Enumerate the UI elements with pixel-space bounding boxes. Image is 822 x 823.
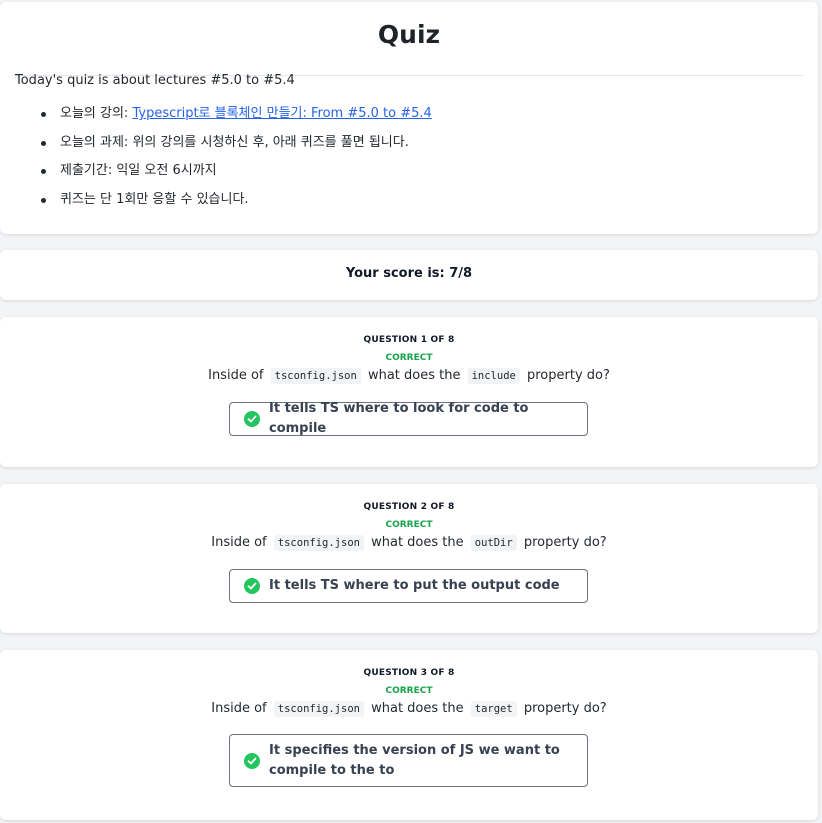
code-snippet: include bbox=[467, 368, 520, 384]
answer-option[interactable]: It tells TS where to look for code to co… bbox=[229, 401, 588, 436]
question-prompt: Inside of tsconfig.json what does the in… bbox=[0, 368, 818, 384]
code-snippet: target bbox=[470, 701, 517, 717]
answer-text: It tells TS where to put the output code bbox=[269, 578, 560, 593]
lecture-link[interactable]: Typescript로 블록체인 만들기: From #5.0 to #5.4 bbox=[132, 106, 431, 121]
prompt-text: what does the bbox=[363, 368, 465, 383]
answer-text: It tells TS where to look for code to co… bbox=[269, 401, 529, 436]
answer-text: It specifies the version of JS we want t… bbox=[269, 742, 560, 778]
lecture-label: 오늘의 강의: bbox=[60, 106, 133, 121]
status-badge: CORRECT bbox=[385, 520, 433, 530]
prompt-text: property do? bbox=[519, 535, 607, 550]
score-card: Your score is: 7/8 bbox=[0, 250, 818, 300]
code-snippet: tsconfig.json bbox=[270, 368, 361, 384]
list-item: 퀴즈는 단 1회만 응할 수 있습니다. bbox=[38, 191, 432, 220]
code-snippet: outDir bbox=[470, 535, 517, 551]
question-number: QUESTION 2 OF 8 bbox=[363, 502, 455, 512]
prompt-text: Inside of bbox=[211, 701, 271, 716]
list-item: 오늘의 강의: Typescript로 블록체인 만들기: From #5.0 … bbox=[38, 105, 432, 134]
prompt-text: Inside of bbox=[211, 535, 271, 550]
score-text: Your score is: 7/8 bbox=[345, 266, 473, 281]
prompt-text: Inside of bbox=[208, 368, 268, 383]
question-prompt: Inside of tsconfig.json what does the ou… bbox=[0, 535, 818, 551]
status-badge: CORRECT bbox=[385, 686, 433, 696]
question-number: QUESTION 1 OF 8 bbox=[363, 335, 455, 345]
prompt-text: property do? bbox=[519, 701, 607, 716]
question-number: QUESTION 3 OF 8 bbox=[363, 668, 455, 678]
status-badge: CORRECT bbox=[385, 353, 433, 363]
quiz-description: Today's quiz is about lectures #5.0 to #… bbox=[15, 73, 295, 88]
answer-option[interactable]: It tells TS where to put the output code bbox=[229, 569, 588, 603]
page-title: Quiz bbox=[14, 20, 804, 76]
question-card: QUESTION 1 OF 8 CORRECT Inside of tsconf… bbox=[0, 317, 818, 467]
prompt-text: what does the bbox=[366, 701, 468, 716]
check-circle-icon bbox=[244, 578, 260, 594]
check-circle-icon bbox=[244, 411, 260, 427]
question-card: QUESTION 3 OF 8 CORRECT Inside of tsconf… bbox=[0, 650, 818, 820]
info-list: 오늘의 강의: Typescript로 블록체인 만들기: From #5.0 … bbox=[38, 105, 432, 220]
answer-option[interactable]: It specifies the version of JS we want t… bbox=[229, 734, 588, 787]
prompt-text: property do? bbox=[522, 368, 610, 383]
code-snippet: tsconfig.json bbox=[273, 701, 364, 717]
question-prompt: Inside of tsconfig.json what does the ta… bbox=[0, 701, 818, 717]
question-card: QUESTION 2 OF 8 CORRECT Inside of tsconf… bbox=[0, 484, 818, 633]
list-item: 제출기간: 익일 오전 6시까지 bbox=[38, 162, 432, 191]
list-item: 오늘의 과제: 위의 강의를 시청하신 후, 아래 퀴즈를 풀면 됩니다. bbox=[38, 134, 432, 163]
intro-card: Quiz Today's quiz is about lectures #5.0… bbox=[0, 2, 818, 234]
prompt-text: what does the bbox=[366, 535, 468, 550]
check-circle-icon bbox=[244, 752, 260, 769]
code-snippet: tsconfig.json bbox=[273, 535, 364, 551]
